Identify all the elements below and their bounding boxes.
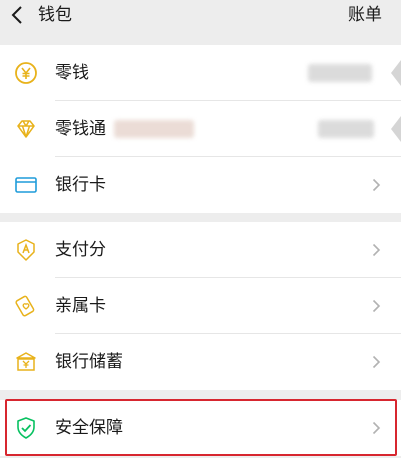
- balance-amount-blurred: [308, 64, 372, 82]
- promo-text-blurred: [114, 120, 194, 138]
- row-change[interactable]: 零钱: [0, 45, 401, 101]
- row-change-plus[interactable]: 零钱通: [0, 101, 401, 157]
- row-family-card[interactable]: 亲属卡: [0, 278, 401, 334]
- row-label: 支付分: [55, 240, 106, 260]
- security-group: 安全保障: [0, 400, 401, 456]
- services-group: 支付分 亲属卡 银行储蓄: [0, 222, 401, 390]
- row-bank-card[interactable]: 银行卡: [0, 157, 401, 213]
- row-label: 零钱通: [55, 119, 106, 139]
- row-label: 银行卡: [55, 175, 106, 195]
- chevron-right-icon: [372, 243, 381, 257]
- diamond-icon: [17, 120, 35, 138]
- shield-check-icon: [17, 417, 35, 439]
- balance-group: 零钱 零钱通 银行卡: [0, 45, 401, 213]
- chevron-right-icon: [372, 178, 381, 192]
- wallet-page: 钱包 账单 零钱 零钱通 银行卡 支付分 亲属卡 银行储蓄 安全保障: [0, 0, 401, 458]
- bank-card-icon: [15, 177, 37, 193]
- back-arrow-icon[interactable]: [10, 5, 24, 25]
- row-label: 亲属卡: [55, 296, 106, 316]
- pay-score-icon: [17, 239, 35, 261]
- row-pay-score[interactable]: 支付分: [0, 222, 401, 278]
- chevron-right-icon: [372, 421, 381, 435]
- chevron-right-icon: [372, 355, 381, 369]
- bill-link[interactable]: 账单: [348, 3, 382, 27]
- chevron-icon: [391, 60, 401, 86]
- row-label: 安全保障: [55, 418, 123, 438]
- row-label: 零钱: [55, 63, 89, 83]
- family-card-icon: [15, 295, 35, 317]
- page-title: 钱包: [38, 5, 72, 25]
- row-label: 银行储蓄: [55, 352, 123, 372]
- row-bank-savings[interactable]: 银行储蓄: [0, 334, 401, 390]
- change-plus-amount-blurred: [318, 120, 374, 138]
- top-bar: 钱包 账单: [0, 0, 401, 44]
- row-security[interactable]: 安全保障: [0, 400, 401, 456]
- chevron-icon: [391, 116, 401, 142]
- bank-savings-icon: [16, 352, 36, 371]
- coin-yuan-icon: [15, 62, 37, 84]
- chevron-right-icon: [372, 299, 381, 313]
